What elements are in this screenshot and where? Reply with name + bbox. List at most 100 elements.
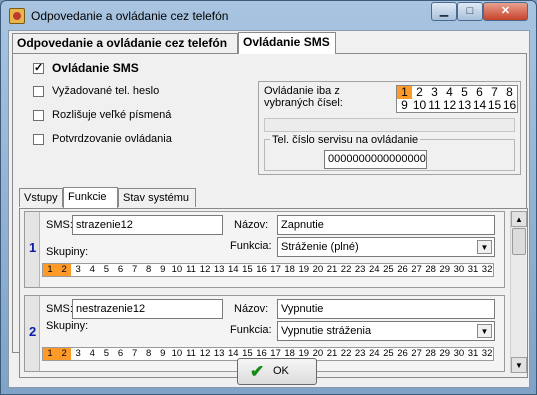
group-slot[interactable]: 28 — [424, 264, 438, 276]
function-entry: 1 SMS: strazenie12 Názov: Zapnutie Skupi… — [24, 211, 505, 288]
tab-functions[interactable]: Funkcie — [63, 187, 118, 208]
group-slot[interactable]: 23 — [353, 264, 367, 276]
tab-sms-control[interactable]: Ovládanie SMS — [238, 32, 336, 54]
chevron-down-icon[interactable]: ▼ — [477, 324, 492, 338]
group-slot[interactable]: 15 — [240, 264, 254, 276]
group-slot[interactable]: 4 — [85, 348, 99, 360]
phone-number-slot[interactable]: 14 — [472, 99, 487, 112]
phone-number-slot[interactable]: 10 — [412, 99, 427, 112]
phone-number-slot[interactable]: 13 — [457, 99, 472, 112]
sms-text-input[interactable]: strazenie12 — [72, 215, 223, 235]
group-slot[interactable]: 25 — [381, 264, 395, 276]
function-select-value: Stráženie (plné) — [281, 241, 359, 253]
group-slot[interactable]: 23 — [353, 348, 367, 360]
confirm-control-checkbox[interactable] — [33, 134, 44, 145]
group-slot[interactable]: 22 — [339, 264, 353, 276]
window-title: Odpovedanie a ovládanie cez telefón — [31, 9, 229, 23]
require-password-checkbox[interactable] — [33, 86, 44, 97]
group-slot[interactable]: 5 — [99, 264, 113, 276]
group-slot[interactable]: 2 — [57, 264, 72, 276]
group-slot[interactable]: 14 — [226, 264, 240, 276]
maximize-button[interactable]: □ — [457, 2, 483, 21]
group-slot[interactable]: 28 — [424, 348, 438, 360]
phone-number-slot[interactable]: 15 — [487, 99, 502, 112]
selected-numbers-label-line1: Ovládanie iba z — [264, 85, 340, 97]
group-slot[interactable]: 32 — [480, 264, 494, 276]
group-slot[interactable]: 4 — [85, 264, 99, 276]
group-slot[interactable]: 3 — [71, 348, 85, 360]
group-slot[interactable]: 25 — [381, 348, 395, 360]
group-slot[interactable]: 13 — [212, 264, 226, 276]
close-button[interactable]: ✕ — [483, 2, 528, 21]
group-slot[interactable]: 12 — [198, 264, 212, 276]
group-slot[interactable]: 1 — [43, 264, 57, 276]
function-select[interactable]: Stráženie (plné) ▼ — [277, 237, 495, 257]
group-slot[interactable]: 22 — [339, 348, 353, 360]
group-slot[interactable]: 27 — [410, 348, 424, 360]
group-slot[interactable]: 16 — [255, 264, 269, 276]
group-slot[interactable]: 17 — [269, 264, 283, 276]
group-slot[interactable]: 12 — [198, 348, 212, 360]
group-slot[interactable]: 32 — [480, 348, 494, 360]
group-slot[interactable]: 8 — [142, 348, 156, 360]
group-slot[interactable]: 3 — [71, 264, 85, 276]
group-slot[interactable]: 27 — [410, 264, 424, 276]
group-slot[interactable]: 11 — [184, 264, 198, 276]
title-bar[interactable]: Odpovedanie a ovládanie cez telefón ▁ □ … — [1, 1, 536, 31]
sms-text-input[interactable]: nestrazenie12 — [72, 299, 223, 319]
phone-number-slot[interactable]: 16 — [502, 99, 517, 112]
sms-control-checkbox[interactable] — [33, 61, 44, 74]
group-slot[interactable]: 6 — [114, 264, 128, 276]
group-slot[interactable]: 7 — [128, 264, 142, 276]
tab-phone-answering[interactable]: Odpovedanie a ovládanie cez telefón — [12, 33, 238, 53]
function-label: Funkcia: — [230, 324, 272, 336]
service-number-input[interactable]: 0000000000000000 — [324, 150, 427, 169]
group-slot[interactable]: 30 — [452, 348, 466, 360]
group-slot[interactable]: 6 — [114, 348, 128, 360]
group-slot[interactable]: 1 — [43, 348, 57, 360]
group-slot[interactable]: 2 — [57, 348, 72, 360]
group-slot[interactable]: 10 — [170, 264, 184, 276]
tab-system-state[interactable]: Stav systému — [118, 188, 196, 207]
minimize-button[interactable]: ▁ — [431, 2, 457, 21]
phone-number-slot[interactable]: 9 — [397, 99, 412, 112]
group-slot[interactable]: 24 — [367, 348, 381, 360]
group-slot[interactable]: 9 — [156, 348, 170, 360]
group-slot[interactable]: 30 — [452, 264, 466, 276]
scroll-up-icon[interactable]: ▲ — [511, 211, 527, 227]
group-slot[interactable]: 9 — [156, 264, 170, 276]
group-slot[interactable]: 5 — [99, 348, 113, 360]
case-sensitive-checkbox[interactable] — [33, 110, 44, 121]
ok-button[interactable]: ✔ OK — [237, 358, 317, 385]
numbers-bar — [264, 118, 515, 132]
function-select[interactable]: Vypnutie stráženia ▼ — [277, 321, 495, 341]
vertical-scrollbar[interactable]: ▲ ▼ — [510, 211, 527, 373]
group-slot[interactable]: 26 — [396, 264, 410, 276]
name-input[interactable]: Zapnutie — [277, 215, 495, 235]
group-slot[interactable]: 24 — [367, 264, 381, 276]
group-slot[interactable]: 29 — [438, 348, 452, 360]
sms-label: SMS: — [46, 303, 73, 315]
group-slot[interactable]: 8 — [142, 264, 156, 276]
scroll-thumb[interactable] — [512, 228, 526, 255]
scroll-down-icon[interactable]: ▼ — [511, 357, 527, 373]
group-slot[interactable]: 31 — [466, 348, 480, 360]
group-slot[interactable]: 7 — [128, 348, 142, 360]
phone-number-slot[interactable]: 11 — [427, 99, 442, 112]
group-slot[interactable]: 26 — [396, 348, 410, 360]
chevron-down-icon[interactable]: ▼ — [477, 240, 492, 254]
group-slot[interactable]: 29 — [438, 264, 452, 276]
group-slot[interactable]: 31 — [466, 264, 480, 276]
phone-number-slot[interactable]: 12 — [442, 99, 457, 112]
group-slot[interactable]: 21 — [325, 264, 339, 276]
group-slot[interactable]: 21 — [325, 348, 339, 360]
group-slot[interactable]: 20 — [311, 264, 325, 276]
entry-index: 2 — [29, 324, 37, 339]
group-slot[interactable]: 10 — [170, 348, 184, 360]
group-slot[interactable]: 18 — [283, 264, 297, 276]
group-slot[interactable]: 19 — [297, 264, 311, 276]
group-slot[interactable]: 11 — [184, 348, 198, 360]
tab-inputs[interactable]: Vstupy — [19, 188, 63, 207]
group-slot[interactable]: 13 — [212, 348, 226, 360]
name-input[interactable]: Vypnutie — [277, 299, 495, 319]
